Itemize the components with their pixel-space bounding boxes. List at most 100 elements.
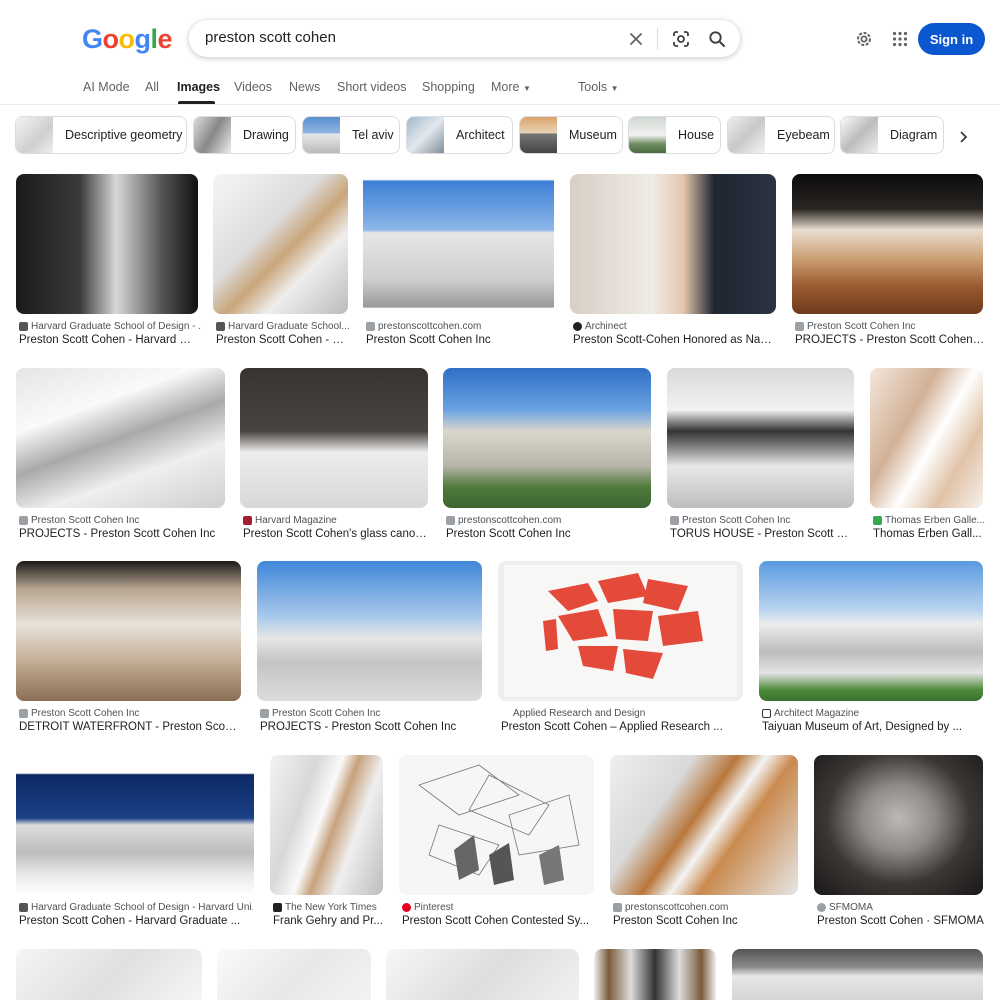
- search-box[interactable]: preston scott cohen: [189, 20, 740, 57]
- tab-shopping[interactable]: Shopping: [422, 80, 475, 94]
- result-thumbnail[interactable]: [16, 561, 241, 701]
- result-thumbnail[interactable]: [213, 174, 348, 314]
- result-source[interactable]: prestonscottcohen.com: [366, 321, 556, 332]
- result-title[interactable]: DETROIT WATERFRONT - Preston Scott ...: [19, 721, 239, 733]
- image-result[interactable]: SFMOMA Preston Scott Cohen · SFMOMA: [814, 755, 986, 929]
- result-title[interactable]: Preston Scott Cohen - Harvard Graduate .…: [19, 915, 253, 927]
- result-source[interactable]: Preston Scott Cohen Inc: [260, 708, 480, 719]
- result-thumbnail[interactable]: [16, 174, 198, 314]
- result-source[interactable]: Preston Scott Cohen Inc: [670, 515, 855, 526]
- image-result[interactable]: Preston Scott Cohen Inc TORUS HOUSE - Pr…: [667, 368, 855, 542]
- image-result[interactable]: Archinect Preston Scott-Cohen Honored as…: [570, 174, 776, 348]
- result-source[interactable]: prestonscottcohen.com: [613, 902, 799, 913]
- result-source[interactable]: Pinterest: [402, 902, 596, 913]
- gear-icon[interactable]: [852, 27, 876, 51]
- tools-button[interactable]: Tools ▼: [578, 80, 619, 94]
- result-thumbnail[interactable]: [240, 368, 428, 508]
- result-thumbnail[interactable]: [363, 174, 554, 314]
- image-result[interactable]: Architect Magazine Taiyuan Museum of Art…: [759, 561, 983, 735]
- result-thumbnail[interactable]: [16, 368, 225, 508]
- result-source[interactable]: Harvard Graduate School of Design - ...: [19, 321, 201, 332]
- result-title[interactable]: PROJECTS - Preston Scott Cohen Inc: [260, 721, 480, 733]
- chip-eyebeam[interactable]: Eyebeam: [727, 116, 835, 154]
- tab-short-videos[interactable]: Short videos: [337, 80, 406, 94]
- result-thumbnail[interactable]: [498, 561, 743, 701]
- result-title[interactable]: Preston Scott Cohen's glass canop...: [243, 528, 429, 540]
- result-thumbnail[interactable]: [16, 755, 254, 895]
- image-result[interactable]: Preston Scott Cohen Inc PROJECTS - Prest…: [792, 174, 985, 348]
- image-result[interactable]: Preston Scott Cohen Inc PROJECTS - Prest…: [257, 561, 482, 735]
- chip-descriptive-geometry[interactable]: Descriptive geometry: [15, 116, 187, 154]
- result-title[interactable]: TORUS HOUSE - Preston Scott Coh...: [670, 528, 855, 540]
- chip-drawing[interactable]: Drawing: [193, 116, 296, 154]
- image-result[interactable]: [386, 949, 579, 1000]
- result-title[interactable]: Preston Scott Cohen Contested Sy...: [402, 915, 596, 927]
- result-source[interactable]: Applied Research and Design: [501, 708, 741, 719]
- image-result[interactable]: The New York Times Frank Gehry and Pr...: [270, 755, 383, 929]
- google-logo[interactable]: Google: [82, 24, 173, 55]
- image-result[interactable]: prestonscottcohen.com Preston Scott Cohe…: [363, 174, 554, 348]
- result-thumbnail[interactable]: [732, 949, 983, 1000]
- image-result[interactable]: prestonscottcohen.com Preston Scott Cohe…: [443, 368, 651, 542]
- result-thumbnail[interactable]: [667, 368, 854, 508]
- result-title[interactable]: Preston Scott Cohen - Harvard Gr...: [19, 334, 199, 346]
- tab-images[interactable]: Images: [177, 80, 220, 94]
- result-title[interactable]: Preston Scott Cohen Inc: [613, 915, 799, 927]
- result-thumbnail[interactable]: [610, 755, 798, 895]
- result-title[interactable]: Frank Gehry and Pr...: [273, 915, 384, 927]
- result-title[interactable]: Preston Scott Cohen · SFMOMA: [817, 915, 986, 927]
- image-result[interactable]: Harvard Graduate School of Design - Harv…: [16, 755, 254, 929]
- search-icon[interactable]: [704, 26, 730, 52]
- result-title[interactable]: Preston Scott Cohen Inc: [446, 528, 651, 540]
- search-input[interactable]: preston scott cohen: [205, 29, 336, 46]
- result-thumbnail[interactable]: [594, 949, 716, 1000]
- result-thumbnail[interactable]: [759, 561, 983, 701]
- lens-icon[interactable]: [668, 26, 694, 52]
- result-thumbnail[interactable]: [570, 174, 776, 314]
- result-source[interactable]: Preston Scott Cohen Inc: [19, 515, 224, 526]
- result-thumbnail[interactable]: [792, 174, 983, 314]
- image-result[interactable]: Applied Research and Design Preston Scot…: [498, 561, 743, 735]
- result-thumbnail[interactable]: [257, 561, 482, 701]
- image-result[interactable]: [217, 949, 371, 1000]
- image-result[interactable]: Preston Scott Cohen Inc DETROIT WATERFRO…: [16, 561, 241, 735]
- result-thumbnail[interactable]: [217, 949, 371, 1000]
- result-source[interactable]: Archinect: [573, 321, 778, 332]
- chip-museum[interactable]: Museum: [519, 116, 623, 154]
- apps-grid-icon[interactable]: [888, 27, 912, 51]
- clear-icon[interactable]: [623, 26, 649, 52]
- tab-all[interactable]: All: [145, 80, 159, 94]
- result-title[interactable]: Preston Scott Cohen Inc: [366, 334, 556, 346]
- result-source[interactable]: Preston Scott Cohen Inc: [795, 321, 985, 332]
- image-result[interactable]: Thomas Erben Galle... Thomas Erben Gall.…: [870, 368, 986, 542]
- tab-more[interactable]: More ▼: [491, 80, 531, 94]
- image-result[interactable]: Pinterest Preston Scott Cohen Contested …: [399, 755, 594, 929]
- result-title[interactable]: Preston Scott Cohen - H...: [216, 334, 349, 346]
- result-thumbnail[interactable]: [870, 368, 983, 508]
- result-source[interactable]: Preston Scott Cohen Inc: [19, 708, 239, 719]
- chip-house[interactable]: House: [628, 116, 721, 154]
- image-result[interactable]: [16, 949, 202, 1000]
- image-result[interactable]: Preston Scott Cohen Inc PROJECTS - Prest…: [16, 368, 225, 542]
- result-source[interactable]: SFMOMA: [817, 902, 986, 913]
- result-thumbnail[interactable]: [270, 755, 383, 895]
- result-thumbnail[interactable]: [399, 755, 594, 895]
- chevron-right-icon[interactable]: [952, 126, 974, 148]
- tab-videos[interactable]: Videos: [234, 80, 272, 94]
- result-source[interactable]: Harvard Graduate School of Design - Harv…: [19, 902, 253, 913]
- result-title[interactable]: Preston Scott Cohen – Applied Research .…: [501, 721, 741, 733]
- chip-architect[interactable]: Architect: [406, 116, 513, 154]
- tab-ai-mode[interactable]: AI Mode: [83, 80, 130, 94]
- result-source[interactable]: The New York Times: [273, 902, 386, 913]
- result-source[interactable]: Architect Magazine: [762, 708, 982, 719]
- result-source[interactable]: Thomas Erben Galle...: [873, 515, 986, 526]
- image-result[interactable]: Harvard Graduate School... Preston Scott…: [213, 174, 350, 348]
- chip-diagram[interactable]: Diagram: [840, 116, 944, 154]
- result-title[interactable]: Preston Scott-Cohen Honored as Nati...: [573, 334, 773, 346]
- result-title[interactable]: PROJECTS - Preston Scott Cohen Inc: [19, 528, 224, 540]
- result-thumbnail[interactable]: [443, 368, 651, 508]
- image-result[interactable]: Harvard Magazine Preston Scott Cohen's g…: [240, 368, 429, 542]
- result-thumbnail[interactable]: [814, 755, 983, 895]
- image-result[interactable]: [594, 949, 716, 1000]
- result-title[interactable]: Taiyuan Museum of Art, Designed by ...: [762, 721, 982, 733]
